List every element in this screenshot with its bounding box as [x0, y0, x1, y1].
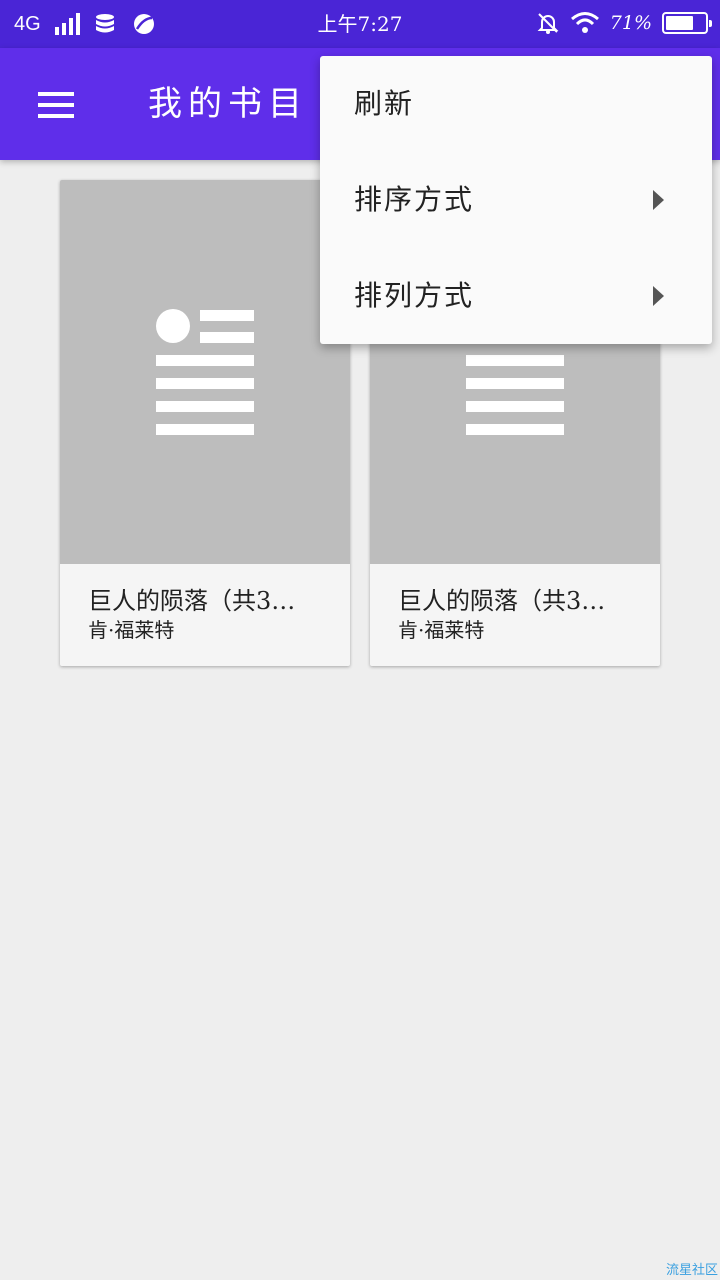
book-card[interactable]: 巨人的陨落（共3… 肯·福莱特 — [60, 180, 350, 666]
wifi-icon — [570, 12, 599, 33]
battery-fill — [666, 16, 693, 30]
menu-item-sort[interactable]: 排序方式 — [320, 152, 712, 248]
submenu-arrow-icon — [653, 190, 664, 210]
battery-percent: 71% — [609, 12, 652, 34]
book-author: 肯·福莱特 — [398, 618, 485, 642]
book-author: 肯·福莱特 — [88, 618, 175, 642]
watermark: 流星社区 — [665, 1263, 718, 1278]
alarm-off-icon — [537, 13, 559, 34]
menu-item-label: 刷新 — [354, 87, 415, 120]
hamburger-icon[interactable] — [38, 92, 74, 118]
status-bar: 4G 上午7:27 71% — [0, 0, 720, 48]
menu-item-label: 排列方式 — [354, 279, 475, 312]
menu-item-arrange[interactable]: 排列方式 — [320, 248, 712, 344]
book-title: 巨人的陨落（共3… — [88, 587, 296, 615]
page-title: 我的书目 — [148, 84, 308, 124]
menu-item-refresh[interactable]: 刷新 — [320, 56, 712, 152]
menu-item-label: 排序方式 — [354, 183, 475, 216]
book-title: 巨人的陨落（共3… — [398, 587, 606, 615]
article-placeholder-icon — [156, 309, 254, 435]
book-cover — [60, 180, 350, 564]
overflow-menu: 刷新 排序方式 排列方式 — [320, 56, 712, 344]
submenu-arrow-icon — [653, 286, 664, 306]
battery-icon — [662, 12, 712, 34]
status-right: 71% — [536, 9, 712, 37]
